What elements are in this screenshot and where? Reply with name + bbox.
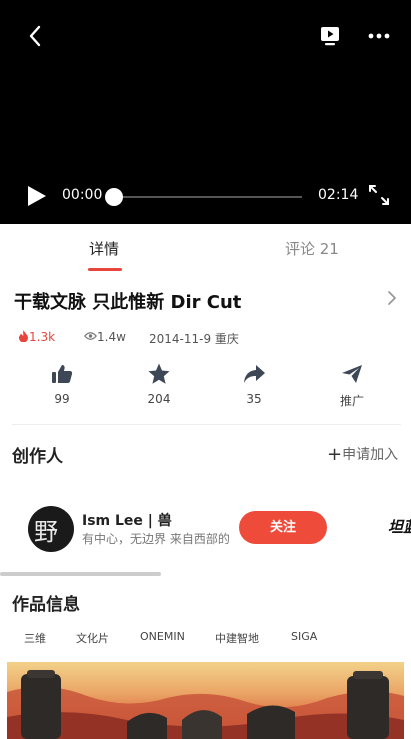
progress-track[interactable] <box>112 196 302 198</box>
player-controls: 00:00 02:14 <box>0 178 411 214</box>
carousel-scroll-indicator <box>0 572 161 576</box>
tab-bar: 详情 评论 21 <box>0 224 411 272</box>
date-location: 2014-11-9 重庆 <box>149 332 239 346</box>
avatar-logo: 野 <box>34 518 58 546</box>
views-value: 1.4w <box>97 330 126 344</box>
tag-item[interactable]: 三维 <box>24 630 46 646</box>
thumbs-up-icon <box>52 365 73 383</box>
cover-illustration <box>7 670 404 739</box>
tag-item[interactable]: ONEMIN <box>140 630 185 643</box>
star-icon <box>148 363 170 384</box>
video-title: 干载文脉 只此惟新 Dir Cut <box>14 292 242 313</box>
share-count: 35 <box>246 392 262 406</box>
active-tab-indicator <box>88 268 122 271</box>
current-time: 00:00 <box>62 187 103 203</box>
work-info-title: 作品信息 <box>12 595 80 615</box>
share-arrow-icon <box>244 365 265 383</box>
tag-item[interactable]: 中建智地 <box>215 630 259 646</box>
progress-thumb[interactable] <box>105 188 123 206</box>
divider <box>12 424 401 425</box>
plus-icon: + <box>327 444 343 465</box>
duration: 02:14 <box>318 187 359 203</box>
flame-icon <box>19 330 28 343</box>
like-button[interactable]: 99 <box>32 362 92 406</box>
creator-name[interactable]: Ism Lee | 兽 <box>82 510 172 530</box>
creator-description: 有中心，无边界 来自西部的 <box>82 532 230 546</box>
promote-label: 推广 <box>339 394 364 408</box>
heat-stat: 1.3k <box>18 330 55 344</box>
tag-list: 三维 文化片 ONEMIN 中建智地 SIGA <box>0 628 411 650</box>
tab-detail[interactable]: 详情 <box>89 238 119 259</box>
work-cover-image[interactable] <box>7 662 404 739</box>
promote-button[interactable]: 推广 <box>322 362 382 409</box>
favorite-count: 204 <box>147 392 171 406</box>
share-button[interactable]: 35 <box>224 362 284 406</box>
follow-button[interactable]: 关注 <box>239 511 327 544</box>
next-creator-logo[interactable]: 坦蓝 <box>388 516 411 537</box>
favorite-button[interactable]: 204 <box>129 362 189 406</box>
creators-title: 创作人 <box>12 447 63 467</box>
heat-value: 1.3k <box>29 330 56 344</box>
chevron-right-icon[interactable] <box>384 290 400 306</box>
tab-comments[interactable]: 评论 21 <box>285 238 339 259</box>
paper-plane-icon <box>342 365 362 383</box>
eye-icon <box>84 332 97 340</box>
more-dots-icon[interactable] <box>365 22 393 50</box>
views-stat: 1.4w <box>84 330 126 344</box>
action-row: 99 204 35 推广 <box>0 362 411 412</box>
tv-play-icon[interactable] <box>316 22 344 50</box>
creator-carousel[interactable]: 野 Ism Lee | 兽 有中心，无边界 来自西部的 关注 坦蓝 <box>0 486 411 572</box>
tag-item[interactable]: SIGA <box>291 630 317 643</box>
fullscreen-icon[interactable] <box>366 182 392 208</box>
video-player[interactable]: 00:00 02:14 <box>0 0 411 224</box>
apply-join-button[interactable]: +申请加入 <box>327 444 398 465</box>
like-count: 99 <box>54 392 70 406</box>
back-arrow-icon[interactable] <box>22 22 50 50</box>
tag-item[interactable]: 文化片 <box>76 630 109 646</box>
apply-join-label: 申请加入 <box>342 447 399 463</box>
play-icon[interactable] <box>24 184 48 208</box>
avatar[interactable]: 野 <box>28 506 74 552</box>
